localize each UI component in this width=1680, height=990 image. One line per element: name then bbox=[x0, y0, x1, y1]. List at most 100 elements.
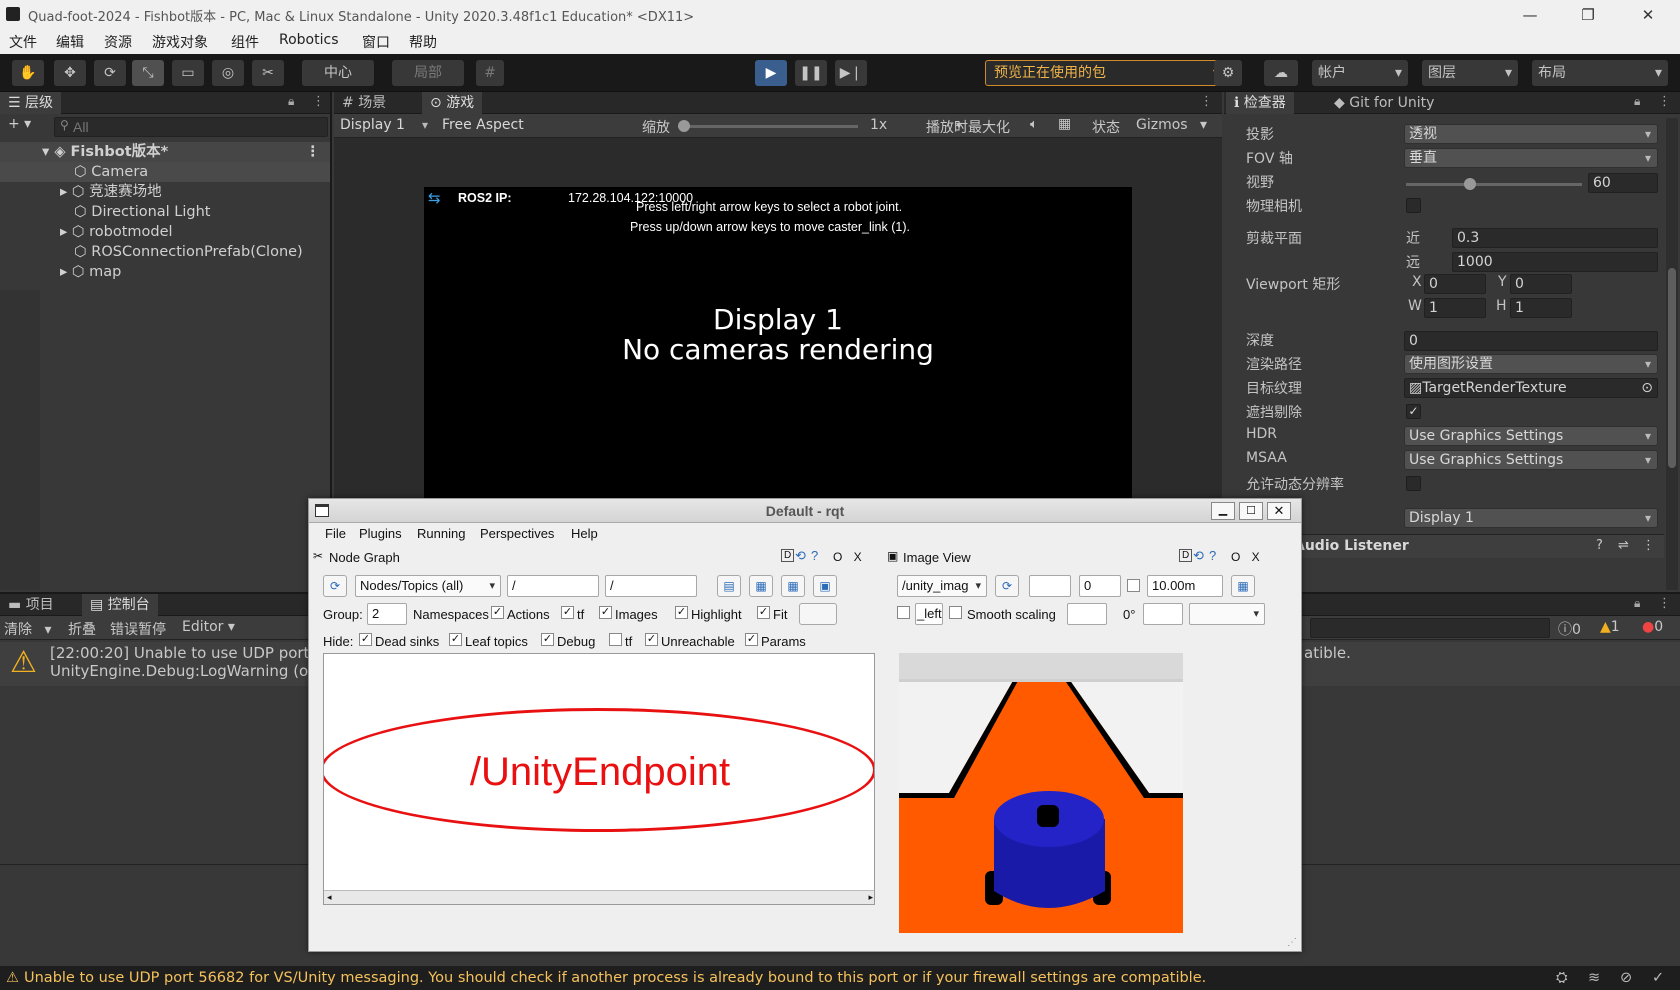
debug-checkbox[interactable]: ✓ bbox=[541, 633, 554, 646]
help-icon[interactable]: ? bbox=[1596, 538, 1603, 553]
rotation-input[interactable] bbox=[1143, 603, 1183, 625]
play-button[interactable]: ▶ bbox=[755, 60, 787, 86]
console-search-input[interactable] bbox=[1310, 618, 1550, 638]
tab-hierarchy[interactable]: ☰ 层级 bbox=[0, 92, 62, 114]
image-save-button[interactable]: ▦ bbox=[1231, 575, 1255, 597]
clear-button[interactable]: 清除 ▾ bbox=[4, 619, 51, 639]
hierarchy-item-light[interactable]: ⬡ Directional Light bbox=[0, 202, 330, 222]
smooth-scaling-checkbox[interactable] bbox=[949, 606, 962, 619]
editor-dropdown[interactable]: Editor ▾ bbox=[182, 619, 235, 635]
custom-tool-icon[interactable]: ✂ bbox=[252, 60, 284, 86]
layers-dropdown[interactable]: 图层 ▾ bbox=[1422, 60, 1518, 86]
images-checkbox[interactable]: ✓ bbox=[599, 606, 612, 619]
menu-help[interactable]: 帮助 bbox=[409, 32, 437, 52]
near-input[interactable]: 0.3 bbox=[1452, 228, 1658, 248]
rqt-menu-help[interactable]: Help bbox=[571, 526, 598, 541]
viewport-h-input[interactable]: 1 bbox=[1510, 298, 1572, 318]
image-filter-input[interactable] bbox=[1029, 575, 1071, 597]
save-image-button[interactable]: ▣ bbox=[813, 575, 837, 597]
grid-snap-icon[interactable]: # bbox=[476, 60, 504, 86]
network-icon[interactable]: ⊘ bbox=[1620, 966, 1632, 990]
scale-slider-handle[interactable] bbox=[678, 120, 690, 132]
image-view-dock-button[interactable]: D bbox=[1179, 549, 1193, 562]
fit-checkbox[interactable]: ✓ bbox=[757, 606, 770, 619]
fit-in-view-button[interactable] bbox=[799, 603, 837, 625]
mute-audio-icon[interactable]: 🔈︎ bbox=[1030, 117, 1038, 132]
params-checkbox[interactable]: ✓ bbox=[745, 633, 758, 646]
hierarchy-item-map[interactable]: ▸ ⬡ map bbox=[0, 262, 330, 282]
menu-assets[interactable]: 资源 bbox=[104, 32, 132, 52]
image-scale-input[interactable] bbox=[1067, 603, 1107, 625]
scale-tool-icon[interactable]: ⤡ bbox=[132, 60, 164, 86]
viewport-w-input[interactable]: 1 bbox=[1424, 298, 1486, 318]
account-dropdown[interactable]: 帐户 ▾ bbox=[1312, 60, 1408, 86]
viewport-x-input[interactable]: 0 bbox=[1424, 274, 1486, 294]
namespace-filter-input[interactable]: / bbox=[507, 575, 599, 597]
tab-game[interactable]: ⊙ 游戏 bbox=[422, 92, 483, 114]
gizmos-toggle[interactable]: Gizmos ▾ bbox=[1136, 117, 1207, 133]
far-input[interactable]: 1000 bbox=[1452, 252, 1658, 272]
save-dot-button[interactable]: ▦ bbox=[749, 575, 773, 597]
target-display-dropdown[interactable]: Display 1 bbox=[1404, 508, 1658, 528]
image-refresh-button[interactable]: ⟳ bbox=[995, 575, 1019, 597]
hierarchy-item-camera[interactable]: ⬡ Camera bbox=[0, 162, 330, 182]
warning-count[interactable]: ▲1 bbox=[1600, 619, 1620, 635]
preset-icon[interactable]: ⇌ bbox=[1618, 538, 1629, 553]
display-dropdown[interactable]: Display 1 bbox=[336, 116, 434, 136]
maximize-button[interactable]: ❐ bbox=[1568, 3, 1608, 27]
package-notice-dropdown[interactable]: 预览正在使用的包 ▾ bbox=[985, 60, 1229, 86]
lock-icon[interactable]: 🔒︎ bbox=[1634, 94, 1640, 109]
dynamic-resolution-checkbox[interactable] bbox=[1406, 476, 1421, 491]
image-spinbox[interactable]: 0 bbox=[1079, 575, 1121, 597]
cloud-icon[interactable]: ☁ bbox=[1264, 60, 1298, 86]
actions-checkbox[interactable]: ✓ bbox=[561, 606, 574, 619]
transform-tool-icon[interactable]: ◎ bbox=[212, 60, 244, 86]
hierarchy-item-robotmodel[interactable]: ▸ ⬡ robotmodel bbox=[0, 222, 330, 242]
scroll-left-icon[interactable]: ◂ bbox=[327, 892, 332, 903]
projection-dropdown[interactable]: 透视 bbox=[1404, 124, 1658, 144]
occlusion-culling-checkbox[interactable]: ✓ bbox=[1406, 404, 1421, 419]
image-left-field[interactable]: _left bbox=[915, 603, 943, 625]
leaf-topics-checkbox[interactable]: ✓ bbox=[449, 633, 462, 646]
image-distance-checkbox[interactable] bbox=[1127, 579, 1140, 592]
image-topic-dropdown[interactable]: /unity_imag bbox=[897, 575, 987, 597]
rqt-resize-grip-icon[interactable]: ⋰ bbox=[1287, 937, 1297, 948]
inspector-scrollbar[interactable] bbox=[1666, 118, 1678, 590]
target-texture-field[interactable]: ▨TargetRenderTexture ⊙ bbox=[1404, 378, 1658, 398]
fov-slider-track[interactable] bbox=[1406, 183, 1582, 186]
graph-canvas[interactable]: /UnityEndpoint ◂ ▸ bbox=[323, 653, 875, 905]
rqt-minimize-button[interactable]: ▁ bbox=[1211, 502, 1235, 520]
load-dot-button[interactable]: ▤ bbox=[717, 575, 741, 597]
step-button[interactable]: ▶❘ bbox=[835, 60, 867, 86]
image-view-reload-icon[interactable]: ⟲ bbox=[1193, 548, 1204, 564]
unreachable-checkbox[interactable]: ✓ bbox=[645, 633, 658, 646]
component-menu-icon[interactable]: ⋮ bbox=[1642, 538, 1655, 553]
cache-server-icon[interactable]: ≋ bbox=[1588, 966, 1600, 990]
more-options-icon[interactable]: ⋮ bbox=[1658, 596, 1671, 611]
pivot-center-button[interactable]: 中心 bbox=[302, 60, 374, 86]
pause-button[interactable]: ❚❚ bbox=[795, 60, 827, 86]
info-count[interactable]: ⓘ0 bbox=[1558, 619, 1581, 639]
rect-tool-icon[interactable]: ▭ bbox=[172, 60, 204, 86]
maximize-on-play-toggle[interactable]: 播放时最大化 bbox=[926, 117, 1010, 137]
error-count[interactable]: ●0 bbox=[1642, 619, 1663, 635]
dead-sinks-checkbox[interactable]: ✓ bbox=[359, 633, 372, 646]
node-graph-close-controls[interactable]: O X bbox=[833, 550, 866, 564]
tab-console[interactable]: ▤ 控制台 bbox=[82, 594, 158, 616]
msaa-dropdown[interactable]: Use Graphics Settings bbox=[1404, 450, 1658, 470]
hide-tf-checkbox[interactable] bbox=[609, 633, 622, 646]
rqt-maximize-button[interactable]: ☐ bbox=[1239, 502, 1263, 520]
node-graph-refresh-button[interactable]: ⟳ bbox=[323, 575, 347, 597]
image-view-close-controls[interactable]: O X bbox=[1231, 550, 1264, 564]
menu-edit[interactable]: 编辑 bbox=[56, 32, 84, 52]
hand-tool-icon[interactable]: ✋ bbox=[12, 60, 44, 86]
image-left-checkbox[interactable] bbox=[897, 606, 910, 619]
topic-filter-input[interactable]: / bbox=[605, 575, 697, 597]
node-graph-help-icon[interactable]: ? bbox=[811, 548, 818, 563]
tab-inspector[interactable]: ℹ 检查器 bbox=[1226, 92, 1294, 114]
group-spinbox[interactable]: 2 bbox=[367, 603, 407, 625]
more-options-icon[interactable]: ⋮ bbox=[312, 94, 325, 109]
tab-git-for-unity[interactable]: ◆ Git for Unity bbox=[1326, 92, 1442, 114]
add-object-button[interactable]: + ▾ bbox=[8, 116, 31, 132]
scene-row[interactable]: ▾ ◈ Fishbot版本* ⋮ bbox=[0, 142, 330, 162]
